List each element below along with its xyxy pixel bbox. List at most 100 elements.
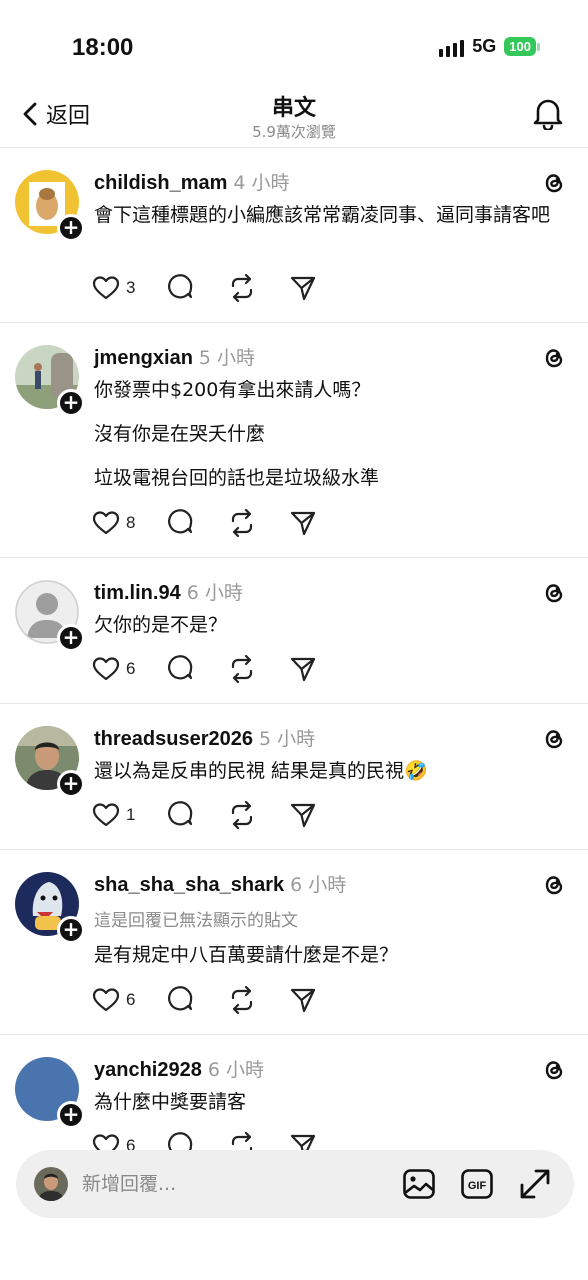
reply-text: 你發票中$200有拿出來請人嗎？ 沒有你是在哭夭什麼 垃圾電視台回的話也是垃圾級… [94, 375, 564, 493]
share-button[interactable] [289, 986, 317, 1014]
repost-button[interactable] [227, 801, 257, 829]
signal-icon [439, 37, 465, 57]
network-label: 5G [472, 36, 497, 56]
bell-icon [533, 99, 563, 132]
page-title: 串文 [271, 96, 316, 121]
thread-header: 返回 串文 5.9萬次瀏覽 [0, 80, 588, 148]
battery-level: 100 [504, 37, 536, 56]
battery-icon: 100 [504, 37, 540, 56]
username[interactable]: threadsuser2026 [94, 728, 253, 751]
reply-time: 6 小時 [186, 582, 243, 604]
threads-logo-icon[interactable] [542, 726, 566, 752]
share-button[interactable] [289, 509, 317, 537]
comment-icon [168, 655, 193, 680]
like-count: 1 [126, 805, 136, 824]
comment-icon [168, 509, 193, 534]
heart-icon [92, 988, 120, 1012]
username[interactable]: yanchi2928 [94, 1059, 202, 1082]
comment-icon [168, 801, 193, 826]
follow-button[interactable]: + [57, 389, 85, 417]
follow-button[interactable]: + [57, 770, 85, 798]
repost-button[interactable] [227, 655, 257, 683]
attach-image-button[interactable] [402, 1167, 436, 1205]
comment-button[interactable] [167, 986, 195, 1014]
threads-logo-icon[interactable] [542, 1057, 566, 1083]
reply-item[interactable]: + jmengxian 5 小時 你發票中$200有拿出來請人嗎？ 沒有你是在哭… [0, 323, 588, 558]
reply-item[interactable]: + tim.lin.94 6 小時 欠你的是不是？ 6 [0, 558, 588, 704]
comment-button[interactable] [167, 509, 195, 537]
threads-logo-icon[interactable] [542, 872, 566, 898]
send-icon [291, 988, 316, 1013]
avatar-container[interactable]: + [15, 580, 85, 652]
comment-button[interactable] [167, 274, 195, 302]
svg-text:GIF: GIF [468, 1180, 487, 1192]
repost-icon [232, 655, 253, 683]
reply-input[interactable] [82, 1168, 372, 1200]
reply-item[interactable]: + threadsuser2026 5 小時 還以為是反串的民視 結果是真的民視… [0, 704, 588, 850]
avatar-container[interactable]: + [15, 345, 85, 417]
gif-icon: GIF [461, 1169, 493, 1199]
like-button[interactable]: 8 [92, 510, 135, 536]
repost-button[interactable] [227, 274, 257, 302]
attach-gif-button[interactable]: GIF [460, 1167, 494, 1205]
comment-button[interactable] [167, 801, 195, 829]
repost-button[interactable] [227, 986, 257, 1014]
username[interactable]: jmengxian [94, 347, 193, 370]
image-icon [403, 1169, 435, 1199]
heart-icon [92, 803, 120, 827]
reply-header: sha_sha_sha_shark 6 小時 [94, 870, 346, 897]
reply-line: 垃圾電視台回的話也是垃圾級水準 [94, 467, 380, 489]
heart-icon [92, 276, 120, 300]
follow-button[interactable]: + [57, 214, 85, 242]
follow-button[interactable]: + [57, 1101, 85, 1129]
comment-button[interactable] [167, 655, 195, 683]
repost-icon [232, 986, 253, 1014]
like-button[interactable]: 6 [92, 656, 135, 682]
action-bar: 6 [92, 986, 317, 1014]
reply-line: 還以為是反串的民視 結果是真的民視🤣 [94, 760, 428, 782]
status-bar: 18:00 5G 100 [0, 0, 588, 80]
username[interactable]: tim.lin.94 [94, 582, 181, 605]
like-button[interactable]: 3 [92, 275, 135, 301]
avatar [34, 1167, 68, 1201]
reply-text: 會下這種標題的小編應該常常霸凌同事、逼同事請客吧 [94, 200, 564, 230]
expand-composer-button[interactable] [518, 1167, 552, 1205]
reply-time: 6 小時 [207, 1059, 264, 1081]
repost-button[interactable] [227, 509, 257, 537]
action-bar: 6 [92, 655, 317, 683]
reply-line: 是有規定中八百萬要請什麼是不是？ [94, 944, 399, 966]
like-button[interactable]: 6 [92, 987, 135, 1013]
reply-item[interactable]: + yanchi2928 6 小時 為什麼中獎要請客 6 [0, 1035, 588, 1155]
username[interactable]: childish_mam [94, 172, 227, 195]
share-button[interactable] [289, 274, 317, 302]
like-count: 6 [126, 659, 136, 678]
status-time: 18:00 [72, 34, 134, 61]
threads-logo-icon[interactable] [542, 580, 566, 606]
threads-logo-icon[interactable] [542, 345, 566, 371]
username[interactable]: sha_sha_sha_shark [94, 874, 284, 897]
reply-line: 欠你的是不是？ [94, 614, 228, 636]
follow-button[interactable]: + [57, 916, 85, 944]
reply-text: 是有規定中八百萬要請什麼是不是？ [94, 940, 564, 970]
share-button[interactable] [289, 801, 317, 829]
reply-line: 會下這種標題的小編應該常常霸凌同事、逼同事請客吧 [94, 204, 551, 226]
reply-item[interactable]: + childish_mam 4 小時 會下這種標題的小編應該常常霸凌同事、逼同… [0, 148, 588, 323]
activity-button[interactable] [532, 96, 564, 134]
follow-button[interactable]: + [57, 624, 85, 652]
reply-header: childish_mam 4 小時 [94, 168, 290, 195]
avatar-container[interactable]: + [15, 726, 85, 798]
reply-item[interactable]: + sha_sha_sha_shark 6 小時 這是回覆已無法顯示的貼文 是有… [0, 850, 588, 1035]
reply-header: jmengxian 5 小時 [94, 343, 255, 370]
comment-icon [168, 986, 193, 1011]
avatar-container[interactable]: + [15, 170, 85, 242]
like-button[interactable]: 1 [92, 802, 135, 828]
avatar-container[interactable]: + [15, 872, 85, 944]
share-button[interactable] [289, 655, 317, 683]
threads-logo-icon[interactable] [542, 170, 566, 196]
reply-context-note[interactable]: 這是回覆已無法顯示的貼文 [94, 906, 298, 931]
like-count: 3 [126, 278, 136, 297]
action-bar: 3 [92, 274, 317, 302]
reply-header: yanchi2928 6 小時 [94, 1055, 264, 1082]
reply-time: 5 小時 [198, 347, 256, 369]
avatar-container[interactable]: + [15, 1057, 85, 1129]
